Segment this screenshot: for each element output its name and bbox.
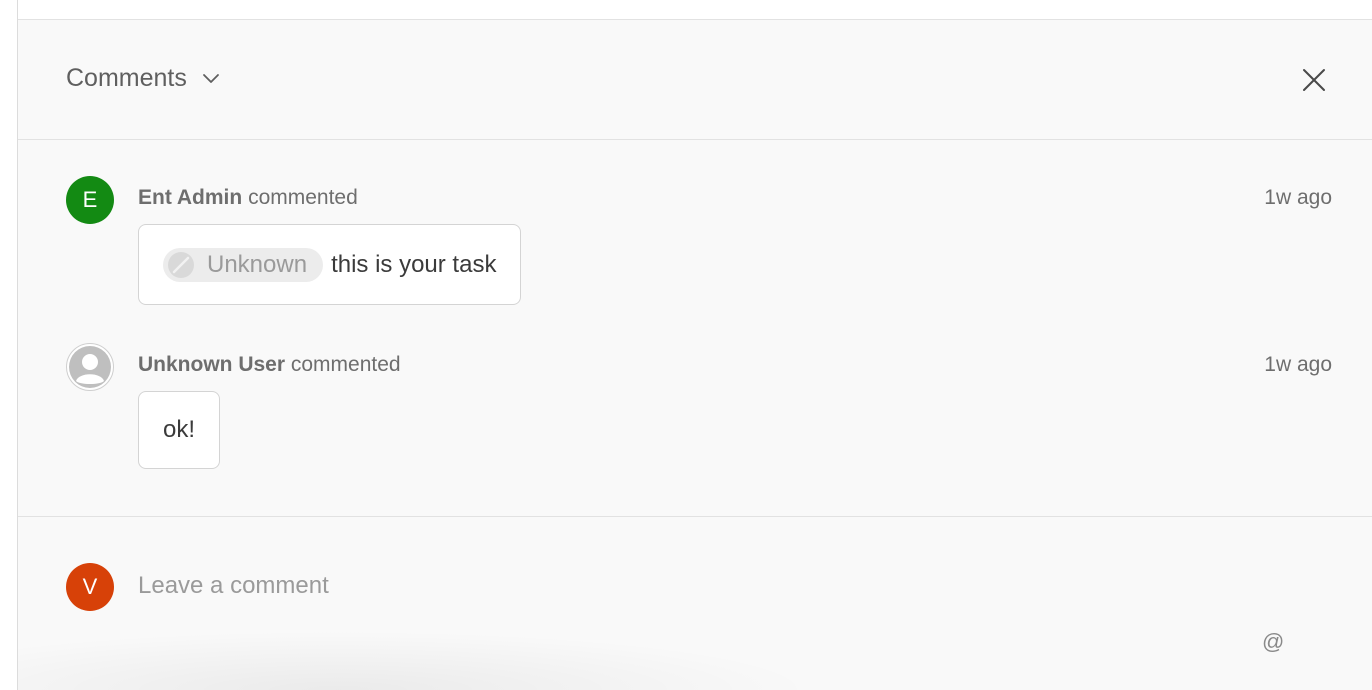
comment-text: ok! [163, 416, 196, 443]
avatar-initial: E [82, 187, 98, 212]
comment-action: commented [290, 353, 401, 376]
comment-action: commented [248, 186, 358, 209]
comment-bubble: Unknown this is your task [138, 224, 522, 305]
comment-item: E Ent Admin commented 1w ago Unknown thi… [66, 176, 1332, 306]
mention-chip[interactable]: Unknown [163, 247, 324, 282]
comment-composer: V @ [18, 516, 1372, 690]
top-strip [18, 0, 1372, 20]
avatar[interactable] [66, 343, 114, 391]
mention-label: Unknown [207, 250, 308, 278]
comment-input[interactable] [136, 565, 1140, 607]
avatar[interactable]: E [66, 176, 114, 224]
person-icon [69, 346, 111, 388]
chevron-down-icon [202, 73, 219, 83]
unknown-user-icon [168, 251, 194, 278]
comment-timestamp: 1w ago [1264, 186, 1332, 209]
comments-header: Comments [18, 20, 1372, 140]
comments-toggle[interactable]: Comments [66, 64, 221, 93]
comment-header: Ent Admin commented [138, 186, 358, 210]
comment-timestamp: 1w ago [1264, 353, 1332, 376]
avatar: V [66, 563, 114, 611]
avatar-initial: V [82, 574, 98, 599]
comment-author[interactable]: Ent Admin [138, 186, 242, 209]
comment-bubble: ok! [138, 391, 221, 469]
left-edge [0, 0, 18, 690]
comments-title: Comments [66, 64, 187, 92]
comment-text: this is your task [331, 250, 497, 278]
comments-panel: Comments E Ent Admin commented 1w ago Un… [18, 20, 1372, 690]
comment-author[interactable]: Unknown User [138, 353, 285, 376]
mention-button[interactable]: @ [1262, 629, 1284, 655]
close-icon[interactable] [1300, 66, 1328, 94]
comment-item: Unknown User commented 1w ago ok! [66, 343, 1332, 473]
comment-header: Unknown User commented [138, 353, 401, 377]
